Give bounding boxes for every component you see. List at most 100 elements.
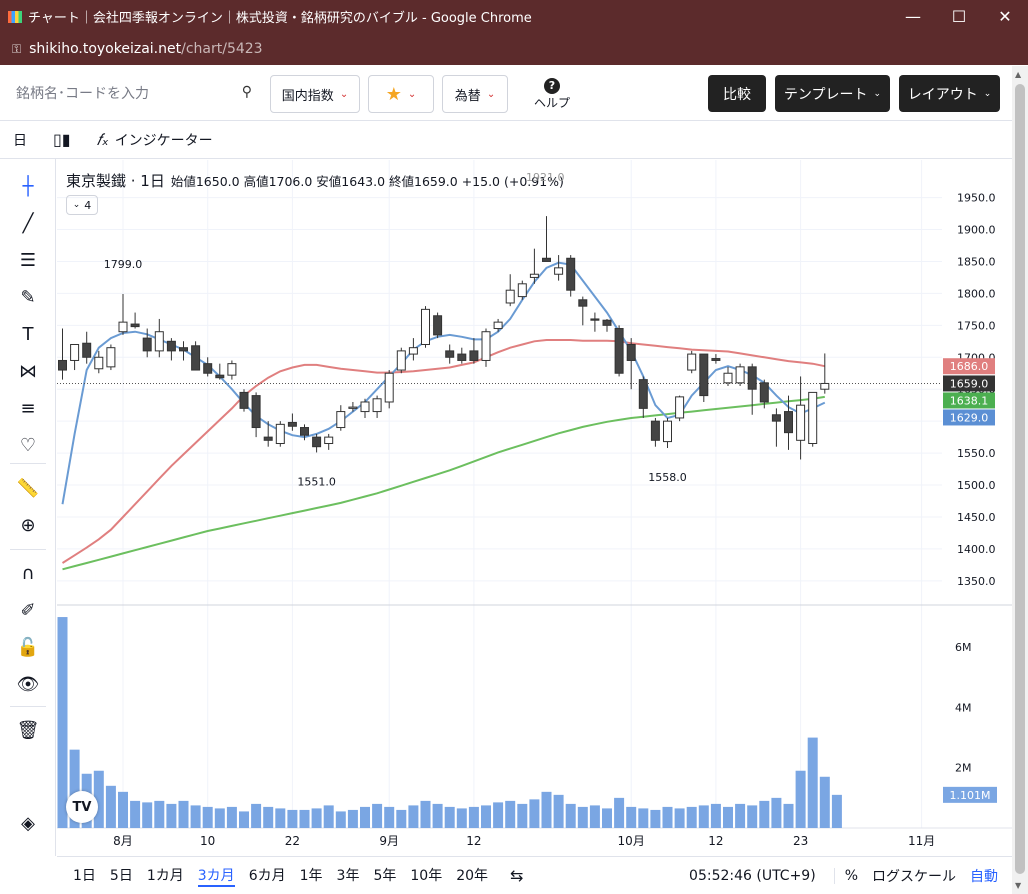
page-scrollbar[interactable]: ▲ ▼	[1012, 66, 1028, 894]
range-button-6[interactable]: 3年	[337, 865, 360, 887]
trend-line-icon[interactable]: ╱	[14, 209, 42, 237]
candle-body	[650, 420, 660, 441]
range-button-1[interactable]: 5日	[110, 865, 133, 887]
eye-icon[interactable]: 👁	[14, 670, 42, 698]
heart-icon[interactable]: ♡	[14, 431, 42, 459]
range-button-5[interactable]: 1年	[300, 865, 323, 887]
goto-date-icon[interactable]: ⇆	[510, 866, 523, 885]
maximize-button[interactable]: ☐	[936, 0, 982, 33]
x-tick-label: 8月	[113, 834, 133, 848]
candle-body	[94, 356, 104, 370]
volume-bar	[190, 805, 201, 828]
volume-bar	[372, 803, 383, 828]
candle-body	[300, 427, 309, 436]
candle-body	[735, 366, 745, 384]
y-tick-label: 1550.0	[957, 447, 996, 460]
layers-icon[interactable]: ◈	[14, 809, 42, 837]
range-button-9[interactable]: 20年	[456, 865, 488, 887]
brush-icon[interactable]: ✎	[14, 283, 42, 311]
price-chart[interactable]: 1799.0 1551.0 1558.0 1950.0 1900.0 1850.0 1800…	[57, 160, 1012, 856]
candle-body	[312, 436, 322, 448]
zoom-icon[interactable]: ⊕	[14, 511, 42, 539]
candle-body	[796, 404, 806, 441]
volume-bar	[287, 809, 298, 828]
y-tick-label: 1450.0	[957, 511, 996, 524]
symbol-search-input[interactable]: 銘柄名･コードを入力 ⚲	[16, 78, 256, 108]
volume-bar	[481, 805, 491, 828]
compare-button[interactable]: 比較	[708, 75, 766, 112]
volume-bar	[275, 808, 286, 828]
chart-legend: 東京製鐵 · 1日 始値1650.0 高値1706.0 安値1643.0 終値1…	[66, 170, 564, 191]
volume-bar	[771, 797, 782, 828]
range-button-8[interactable]: 10年	[410, 865, 442, 887]
log-scale-toggle[interactable]: ログスケール	[872, 866, 956, 886]
interval-button[interactable]: 日	[13, 130, 27, 150]
fx-dropdown[interactable]: 為替 ⌄	[442, 75, 508, 113]
favorites-dropdown[interactable]: ★ ⌄	[368, 75, 434, 113]
ruler-icon[interactable]: 📏	[14, 474, 42, 502]
indicator-toggle[interactable]: ⌄ 4	[66, 195, 98, 215]
help-label: ヘルプ	[533, 96, 570, 110]
help-button[interactable]: ? ヘルプ	[530, 78, 574, 111]
range-group: 1日 5日 1カ月 3カ月 6カ月 1年 3年 5年 10年 20年	[73, 865, 502, 887]
site-info-icon[interactable]: ⚿	[12, 42, 21, 57]
minimize-button[interactable]: —	[890, 0, 936, 33]
range-button-2[interactable]: 1カ月	[147, 865, 184, 887]
x-tick-label: 22	[285, 834, 300, 848]
candle-body	[287, 421, 297, 427]
unlock-icon[interactable]: 🔓	[14, 633, 42, 661]
auto-scale-toggle[interactable]: 自動	[970, 866, 998, 886]
volume-bar	[735, 803, 746, 828]
chevron-down-icon: ⌄	[339, 88, 349, 100]
indicator-button[interactable]: インジケーター	[115, 130, 213, 150]
scrollbar-thumb[interactable]	[1015, 84, 1025, 874]
scroll-down-icon[interactable]: ▼	[1015, 881, 1021, 890]
horizontal-lines-icon[interactable]: ☰	[14, 246, 42, 274]
volume-bar	[541, 791, 552, 828]
fib-icon[interactable]: ≡	[14, 394, 42, 422]
trash-icon[interactable]: 🗑	[14, 716, 42, 744]
lock-drawing-icon[interactable]: ✐	[14, 596, 42, 624]
search-icon[interactable]: ⚲	[242, 84, 252, 100]
function-icon[interactable]: 𝑓ₓ	[97, 130, 109, 150]
legend-ohlc: 始値1650.0 高値1706.0 安値1643.0 終値1659.0 +15.…	[170, 174, 564, 189]
range-button-4[interactable]: 6カ月	[249, 865, 286, 887]
template-button[interactable]: テンプレート ⌄	[775, 75, 890, 112]
layout-button[interactable]: レイアウト ⌄	[899, 75, 1000, 112]
volume-bar	[638, 808, 649, 828]
crosshair-icon[interactable]: ┼	[14, 172, 42, 200]
address-bar[interactable]: ⚿ shikiho.toyokeizai.net/chart/5423	[0, 33, 1028, 65]
volume-bar	[444, 806, 455, 828]
close-button[interactable]: ✕	[982, 0, 1028, 33]
volume-bar	[493, 802, 504, 828]
url-host: shikiho.toyokeizai.net	[29, 41, 182, 57]
volume-bar	[529, 799, 540, 828]
volume-bar	[105, 785, 116, 828]
x-tick-label: 9月	[379, 834, 399, 848]
index-dropdown-label: 国内指数	[281, 88, 334, 104]
candle-body	[275, 423, 285, 445]
volume-bar	[239, 811, 249, 828]
percent-toggle[interactable]: %	[833, 867, 858, 884]
range-button-3[interactable]: 3カ月	[197, 865, 235, 887]
tradingview-logo-icon[interactable]: TV	[66, 791, 98, 823]
text-icon[interactable]: T	[14, 320, 42, 348]
candle-body	[602, 319, 612, 326]
volume-bar	[698, 805, 709, 828]
candle-type-icon[interactable]: ▯▮	[53, 130, 71, 149]
legend-symbol: 東京製鐵 · 1日	[66, 172, 165, 190]
candle-body	[372, 398, 382, 413]
scroll-up-icon[interactable]: ▲	[1015, 70, 1021, 79]
index-dropdown[interactable]: 国内指数 ⌄	[270, 75, 360, 113]
volume-bar	[251, 803, 262, 828]
pattern-icon[interactable]: ⋈	[14, 357, 42, 385]
candle-body	[590, 318, 600, 321]
magnet-icon[interactable]: ∩	[14, 559, 42, 587]
range-button-0[interactable]: 1日	[73, 865, 96, 887]
price-annotation: 1799.0	[104, 258, 143, 271]
candle-body	[58, 359, 67, 371]
price-badge-label: 1659.0	[950, 377, 989, 390]
range-button-7[interactable]: 5年	[373, 865, 396, 887]
top-toolbar: 銘柄名･コードを入力 ⚲ 国内指数 ⌄ ★ ⌄ 為替 ⌄ ? ヘルプ 比較 テンプレー…	[0, 66, 1012, 121]
volume-bar	[202, 806, 213, 828]
